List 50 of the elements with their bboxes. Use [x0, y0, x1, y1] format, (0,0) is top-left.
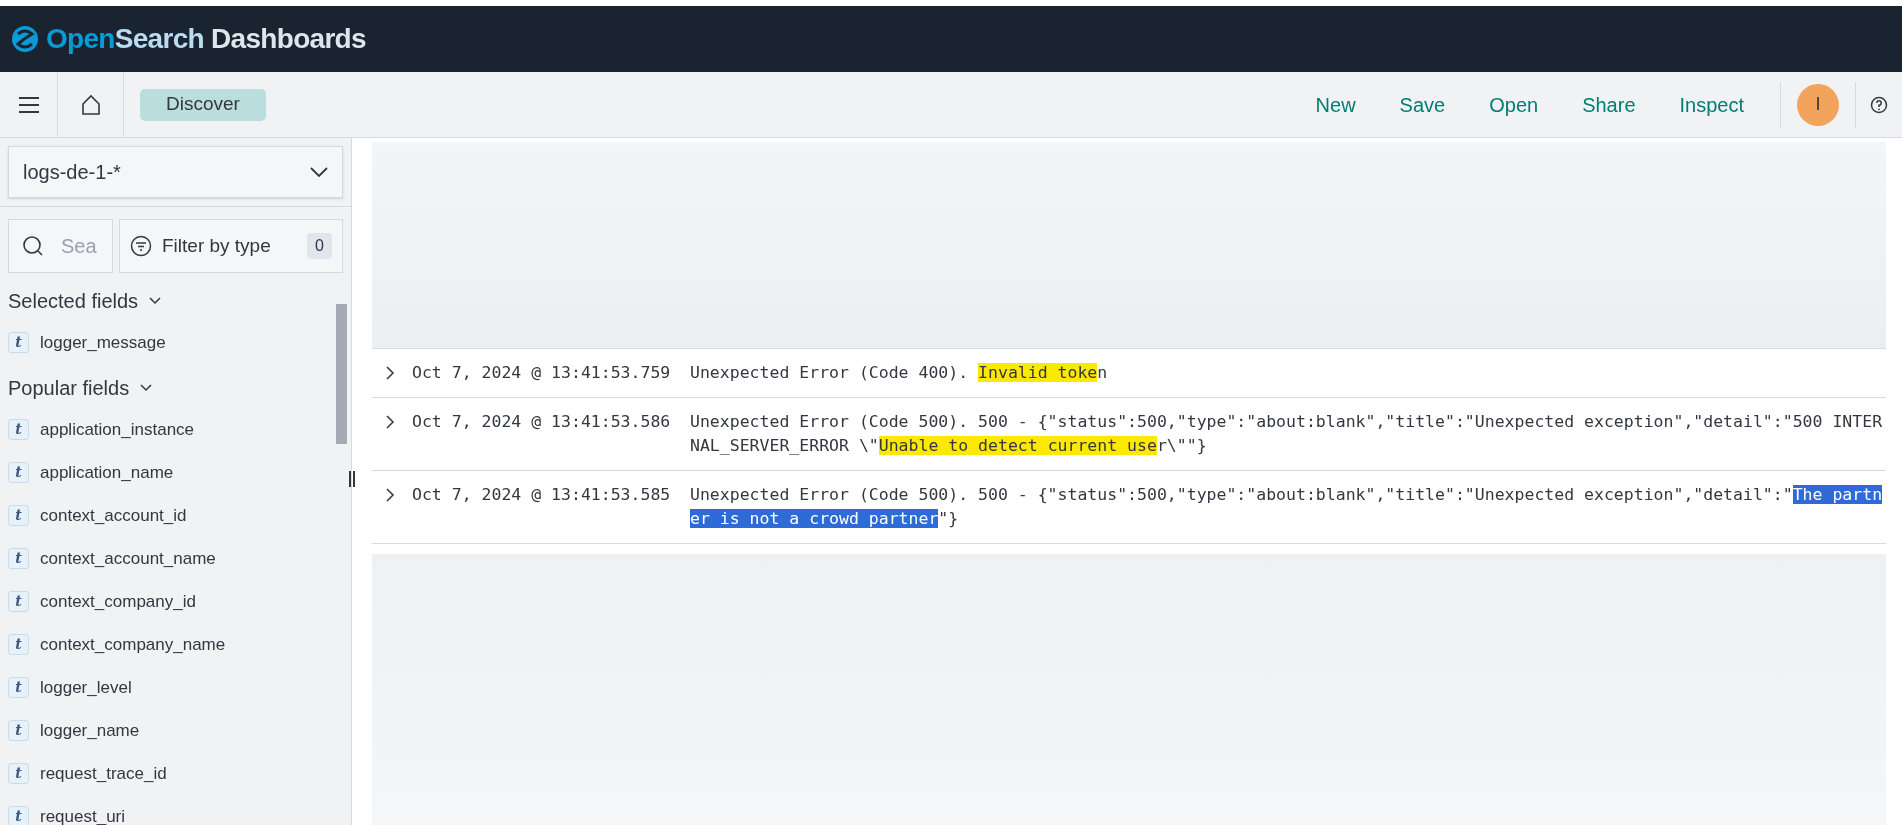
field-name[interactable]: request_trace_id	[40, 760, 167, 787]
field-type-token: t	[8, 763, 29, 784]
index-pattern-dropdown[interactable]: logs-de-1-*	[8, 146, 343, 198]
field-name[interactable]: application_name	[40, 459, 174, 486]
filter-icon	[130, 235, 152, 257]
toolbar-link[interactable]: Share	[1564, 89, 1654, 120]
chevron-icon[interactable]	[383, 366, 397, 380]
field-name[interactable]: logger_name	[40, 717, 140, 744]
help-icon[interactable]	[1870, 95, 1888, 114]
field-type-token: t	[8, 634, 29, 655]
timestamp: Oct 7, 2024 @ 13:41:53.586	[412, 411, 672, 433]
timestamp: Oct 7, 2024 @ 13:41:53.759	[412, 362, 672, 384]
search-field[interactable]: Sea	[8, 219, 113, 273]
toolbar-link[interactable]: Inspect	[1661, 89, 1762, 120]
field-type-token: t	[8, 462, 29, 483]
field-type-token: t	[8, 419, 29, 440]
search-icon	[22, 235, 44, 257]
brand-title: OpenSearch Dashboards	[46, 22, 366, 56]
field-type-token: t	[8, 505, 29, 526]
field-name[interactable]: request_uri	[40, 803, 126, 825]
logo-icon	[10, 24, 40, 54]
field-type-token: t	[8, 548, 29, 569]
chevron-down-icon	[310, 167, 328, 177]
toolbar-link[interactable]: Save	[1381, 89, 1464, 120]
log-message: Unexpected Error (Code 400). Invalid token	[690, 362, 1109, 384]
log-message: Unexpected Error (Code 500). 500 - {"status":500,"type":"about:blank","title":"Unexpected exception","detail":"500 INTERNAL_SERVER_ERROR \"Unable to detect current use r\""}	[690, 411, 1884, 457]
field-name[interactable]: context_account_id	[40, 502, 187, 529]
toolbar-link[interactable]: Open	[1471, 89, 1557, 120]
field-name[interactable]: context_account_name	[40, 545, 216, 572]
field-type-token: t	[8, 332, 29, 353]
breadcrumb[interactable]: Discover	[140, 88, 266, 121]
field-type-token: t	[8, 720, 29, 741]
field-name[interactable]: context_company_name	[40, 631, 226, 658]
section-header[interactable]: Selected fields	[8, 281, 163, 321]
log-message: Unexpected Error (Code 500). 500 - {"status":500,"type":"about:blank","title":"Unexpected exception","detail":"The partner is not a crowd partner"}	[690, 484, 1884, 530]
field-name[interactable]: logger_message	[40, 329, 166, 356]
timestamp: Oct 7, 2024 @ 13:41:53.585	[412, 484, 672, 506]
count-badge: 0	[307, 233, 332, 259]
field-type-token: t	[8, 677, 29, 698]
chevron-icon[interactable]	[383, 415, 397, 429]
field-type-token: t	[8, 591, 29, 612]
field-name[interactable]: logger_level	[40, 674, 132, 701]
section-header[interactable]: Popular fields	[8, 368, 154, 408]
chevron-icon[interactable]	[383, 488, 397, 502]
toolbar-link[interactable]: New	[1297, 89, 1374, 120]
field-name[interactable]: context_company_id	[40, 588, 196, 615]
filter-by-type-button[interactable]: Filter by type 0	[119, 219, 343, 273]
field-name[interactable]: application_instance	[40, 416, 195, 443]
user-avatar[interactable]: I	[1797, 83, 1839, 126]
field-type-token: t	[8, 806, 29, 825]
